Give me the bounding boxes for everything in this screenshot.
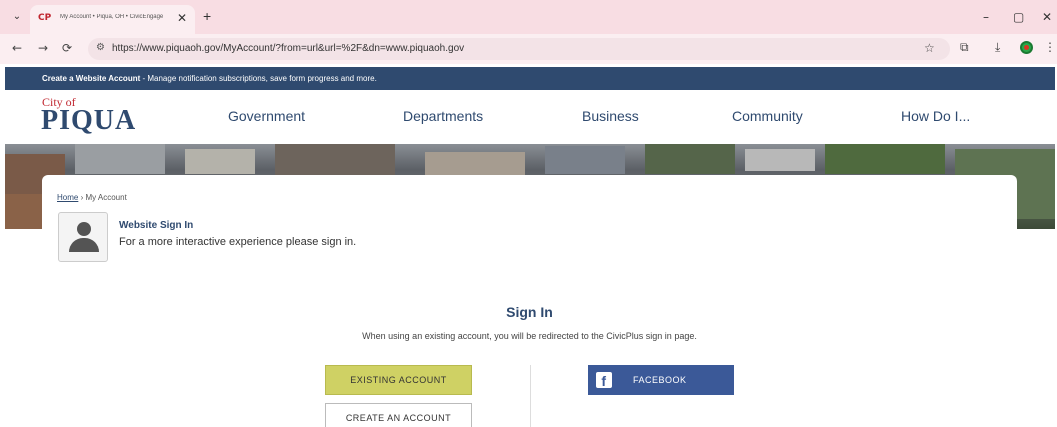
- reload-icon[interactable]: ⟳: [62, 41, 72, 55]
- nav-departments[interactable]: Departments: [403, 108, 483, 124]
- forward-icon[interactable]: →: [38, 41, 48, 55]
- address-bar[interactable]: ⚙ https://www.piquaoh.gov/MyAccount/?fro…: [88, 38, 950, 60]
- browser-menu-icon[interactable]: ⋮: [1044, 40, 1056, 54]
- maximize-icon[interactable]: ▢: [1013, 10, 1024, 24]
- facebook-signin-button[interactable]: f FACEBOOK: [588, 365, 734, 395]
- signin-divider: [530, 365, 531, 427]
- favicon-icon: CP: [38, 13, 52, 23]
- avatar-body: [69, 238, 99, 252]
- create-account-button[interactable]: CREATE AN ACCOUNT: [325, 403, 472, 427]
- close-window-icon[interactable]: ✕: [1042, 10, 1052, 24]
- logo-piqua-text: PIQUA: [41, 105, 137, 136]
- notice-bold[interactable]: Create a Website Account: [42, 74, 140, 83]
- nav-how-do-i[interactable]: How Do I...: [901, 108, 970, 124]
- existing-account-button[interactable]: EXISTING ACCOUNT: [325, 365, 472, 395]
- breadcrumb: Home › My Account: [57, 193, 127, 202]
- new-tab-icon[interactable]: +: [203, 8, 211, 24]
- url-text[interactable]: https://www.piquaoh.gov/MyAccount/?from=…: [112, 43, 464, 54]
- tab-title: My Account • Piqua, OH • CivicEngage: [60, 14, 164, 20]
- nav-government[interactable]: Government: [228, 108, 305, 124]
- user-avatar-icon: [58, 212, 108, 262]
- download-icon[interactable]: ⤓: [995, 40, 1000, 55]
- site-header: City of PIQUA Government Departments Bus…: [5, 90, 1055, 144]
- breadcrumb-current: My Account: [85, 193, 127, 202]
- breadcrumb-home-link[interactable]: Home: [57, 193, 78, 202]
- browser-tab-bar: ⌄ CP My Account • Piqua, OH • CivicEngag…: [0, 0, 1057, 34]
- facebook-button-label: FACEBOOK: [633, 375, 687, 385]
- website-signin-subtitle: For a more interactive experience please…: [119, 236, 357, 248]
- browser-toolbar: ← → ⟳ ⚙ https://www.piquaoh.gov/MyAccoun…: [0, 34, 1057, 64]
- tab-close-icon[interactable]: ✕: [177, 11, 187, 25]
- nav-business[interactable]: Business: [582, 108, 639, 124]
- site-info-icon[interactable]: ⚙: [96, 42, 105, 53]
- website-signin-title: Website Sign In: [119, 220, 194, 231]
- signin-heading: Sign In: [506, 304, 553, 320]
- create-account-notice[interactable]: Create a Website Account - Manage notifi…: [5, 67, 1055, 90]
- bookmark-star-icon[interactable]: ☆: [924, 41, 935, 55]
- facebook-icon: f: [596, 372, 612, 389]
- main-content: Home › My Account Website Sign In For a …: [42, 175, 1017, 427]
- minimize-icon[interactable]: –: [983, 10, 989, 24]
- nav-community[interactable]: Community: [732, 108, 803, 124]
- profile-avatar-icon[interactable]: [1020, 41, 1033, 54]
- back-icon[interactable]: ←: [12, 41, 22, 55]
- tab-search-chevron-down-icon[interactable]: ⌄: [8, 8, 26, 26]
- avatar-head: [77, 222, 91, 236]
- signin-description: When using an existing account, you will…: [362, 331, 697, 341]
- notice-text: - Manage notification subscriptions, sav…: [140, 74, 377, 83]
- browser-tab[interactable]: CP My Account • Piqua, OH • CivicEngage …: [30, 5, 195, 34]
- extensions-icon[interactable]: ⧉: [960, 40, 969, 55]
